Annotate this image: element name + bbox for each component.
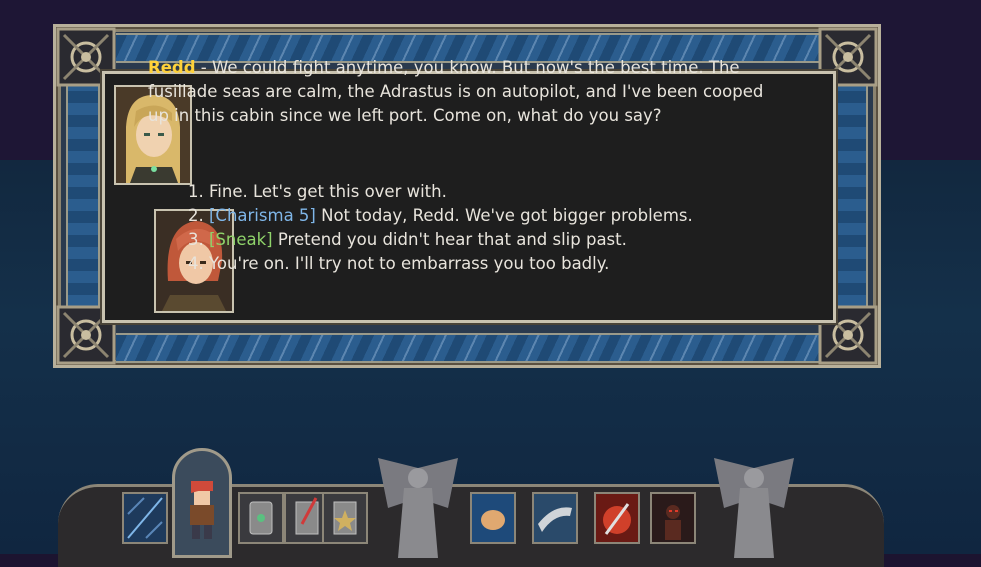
frame-rail-bottom — [116, 333, 876, 363]
option-text: Pretend you didn't hear that and slip pa… — [272, 230, 627, 249]
option-number: 1. — [188, 182, 204, 201]
fist-punch-icon[interactable] — [470, 492, 516, 544]
flaming-dagger-icon[interactable] — [594, 492, 640, 544]
angel-statue-icon — [714, 458, 794, 558]
angel-statue-icon — [378, 458, 458, 558]
dialogue-option-1[interactable]: 1. Fine. Let's get this over with. — [188, 180, 748, 204]
skill-check-tag: [Charisma 5] — [209, 206, 316, 225]
dialogue-option-2[interactable]: 2. [Charisma 5] Not today, Redd. We've g… — [188, 204, 748, 228]
map-icon[interactable] — [122, 492, 168, 544]
blade-slash-icon[interactable] — [532, 492, 578, 544]
dialogue-option-3[interactable]: 3. [Sneak] Pretend you didn't hear that … — [188, 228, 748, 252]
frame-rail-left — [66, 67, 100, 331]
dialogue-option-4[interactable]: 4. You're on. I'll try not to embarrass … — [188, 252, 748, 276]
dialogue-options: 1. Fine. Let's get this over with. 2. [C… — [188, 180, 748, 276]
speech-body: - We could fight anytime, you know. But … — [148, 58, 764, 125]
option-number: 3. — [188, 230, 204, 249]
skill-check-tag: [Sneak] — [209, 230, 273, 249]
shadow-figure-icon[interactable] — [650, 492, 696, 544]
option-text: Fine. Let's get this over with. — [209, 182, 447, 201]
equipment-icon[interactable] — [238, 492, 284, 544]
option-text: You're on. I'll try not to embarrass you… — [209, 254, 610, 273]
rank-badge-icon[interactable] — [322, 492, 368, 544]
frame-rail-right — [834, 67, 868, 331]
dialogue-text: Redd - We could fight anytime, you know.… — [148, 56, 788, 128]
character-slot[interactable] — [172, 448, 232, 558]
speaker-name: Redd — [148, 58, 196, 77]
action-hotbar — [0, 440, 981, 567]
option-number: 4. — [188, 254, 204, 273]
character-portrait-icon — [190, 481, 214, 539]
option-number: 2. — [188, 206, 204, 225]
option-text: Not today, Redd. We've got bigger proble… — [315, 206, 693, 225]
